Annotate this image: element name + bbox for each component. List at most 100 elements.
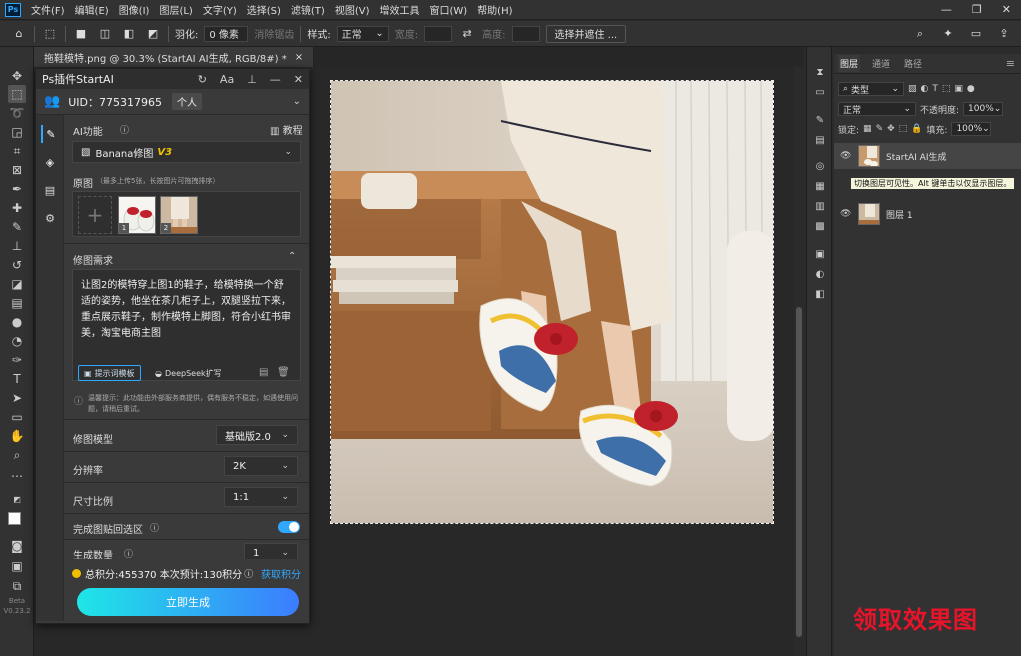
filter-shape-icon[interactable]: ⬚ bbox=[942, 84, 951, 94]
eyedropper-tool-icon[interactable]: ✒ bbox=[8, 180, 26, 198]
source-thumb-2[interactable]: 2 bbox=[160, 196, 198, 234]
tab-paths[interactable]: 路径 bbox=[902, 55, 924, 72]
share-icon[interactable]: ⇪ bbox=[995, 25, 1013, 43]
filter-pixel-icon[interactable]: ▧ bbox=[908, 84, 917, 94]
menu-layer[interactable]: 图层(L) bbox=[154, 2, 197, 17]
close-tab-icon[interactable]: × bbox=[295, 52, 303, 63]
get-credits-link[interactable]: 获取积分 bbox=[261, 566, 301, 581]
adjustments-panel-icon[interactable]: ◐ bbox=[813, 267, 827, 281]
blend-mode-select[interactable]: 正常 ⌄ bbox=[838, 102, 916, 116]
canvas-scrollbar[interactable] bbox=[794, 67, 804, 656]
brush-panel-icon[interactable]: ✎ bbox=[813, 113, 827, 127]
lock-artboard-icon[interactable]: ⬚ bbox=[899, 124, 908, 134]
lasso-tool-icon[interactable]: ➰ bbox=[8, 104, 26, 122]
layer-row-layer1[interactable]: 👁 图层 1 bbox=[834, 201, 1021, 227]
object-select-tool-icon[interactable]: ◲ bbox=[8, 123, 26, 141]
styles-panel-icon[interactable]: ◧ bbox=[813, 287, 827, 301]
menu-view[interactable]: 视图(V) bbox=[330, 2, 375, 17]
menu-file[interactable]: 文件(F) bbox=[26, 2, 70, 17]
lock-pixels-icon[interactable]: ✎ bbox=[876, 124, 884, 134]
close-icon[interactable]: ✕ bbox=[294, 73, 303, 86]
zoom-tool-icon[interactable]: ⌕ bbox=[8, 446, 26, 464]
opacity-input[interactable]: 100% ⌄ bbox=[963, 102, 1004, 116]
eraser-tool-icon[interactable]: ◪ bbox=[8, 275, 26, 293]
intersect-selection-icon[interactable]: ◩ bbox=[144, 25, 162, 43]
feather-input[interactable]: 0 像素 bbox=[204, 25, 249, 42]
artboard-icon[interactable]: ⧉ bbox=[8, 577, 26, 595]
tutorial-link[interactable]: ▥ 教程 bbox=[270, 122, 303, 137]
new-selection-icon[interactable]: ■ bbox=[72, 25, 90, 43]
marquee-preset-icon[interactable]: ⬚ bbox=[41, 25, 59, 43]
settings-icon[interactable]: ⚙ bbox=[41, 209, 59, 227]
blur-tool-icon[interactable]: ● bbox=[8, 313, 26, 331]
account-bar[interactable]: 👥 UID：775317965 个人 ⌄ bbox=[36, 89, 309, 115]
brush-tool-icon[interactable]: ✎ bbox=[8, 218, 26, 236]
document-icon[interactable]: ▤ bbox=[41, 181, 59, 199]
healing-tool-icon[interactable]: ✚ bbox=[8, 199, 26, 217]
scrollbar-thumb[interactable] bbox=[796, 307, 802, 637]
swatches-panel-icon[interactable]: ▦ bbox=[813, 179, 827, 193]
tab-layers[interactable]: 图层 bbox=[838, 55, 861, 72]
filter-smart-icon[interactable]: ▣ bbox=[954, 84, 963, 94]
chevron-up-icon[interactable]: ⌃ bbox=[288, 251, 296, 262]
info-icon[interactable]: ⓘ bbox=[124, 547, 133, 559]
minimize-icon[interactable]: — bbox=[270, 73, 281, 86]
history-brush-icon[interactable]: ↺ bbox=[8, 256, 26, 274]
workspace-icon[interactable]: ▭ bbox=[967, 25, 985, 43]
layers-icon[interactable]: ◈ bbox=[41, 153, 59, 171]
screen-mode-icon[interactable]: ▣ bbox=[8, 557, 26, 575]
gradient-tool-icon[interactable]: ▤ bbox=[8, 294, 26, 312]
comments-panel-icon[interactable]: ▭ bbox=[813, 85, 827, 99]
pen-tool-icon[interactable]: ✑ bbox=[8, 351, 26, 369]
move-tool-icon[interactable]: ✥ bbox=[8, 67, 26, 85]
restore-button[interactable]: ❐ bbox=[972, 3, 982, 16]
properties-panel-icon[interactable]: ▤ bbox=[813, 133, 827, 147]
tab-channels[interactable]: 通道 bbox=[870, 55, 892, 72]
resolution-select[interactable]: 2K ⌄ bbox=[224, 456, 298, 476]
filter-toggle-icon[interactable]: ● bbox=[967, 84, 975, 94]
aspect-ratio-select[interactable]: 1:1 ⌄ bbox=[224, 487, 298, 507]
edit-icon[interactable]: ✎ bbox=[41, 125, 59, 143]
dodge-tool-icon[interactable]: ◔ bbox=[8, 332, 26, 350]
shape-tool-icon[interactable]: ▭ bbox=[8, 408, 26, 426]
close-window-button[interactable]: ✕ bbox=[1002, 3, 1011, 16]
crop-tool-icon[interactable]: ⌗ bbox=[8, 142, 26, 160]
function-select[interactable]: ▧ Banana修图 V3 ⌄ bbox=[72, 141, 301, 163]
color-panel-icon[interactable]: ◎ bbox=[813, 159, 827, 173]
quick-mask-icon[interactable]: ◙ bbox=[8, 537, 26, 555]
menu-edit[interactable]: 编辑(E) bbox=[70, 2, 114, 17]
subtract-selection-icon[interactable]: ◧ bbox=[120, 25, 138, 43]
chevron-down-icon[interactable]: ⌄ bbox=[293, 96, 301, 107]
swap-icon[interactable]: ⇄ bbox=[458, 25, 476, 43]
patterns-panel-icon[interactable]: ▩ bbox=[813, 219, 827, 233]
default-colors-icon[interactable]: ◩ bbox=[8, 490, 26, 508]
stamp-tool-icon[interactable]: ⊥ bbox=[8, 237, 26, 255]
menu-image[interactable]: 图像(I) bbox=[114, 2, 155, 17]
history-panel-icon[interactable]: ⧗ bbox=[813, 65, 827, 79]
credits-info-icon[interactable]: ⓘ bbox=[244, 567, 253, 580]
width-input[interactable] bbox=[424, 25, 453, 42]
menu-type[interactable]: 文字(Y) bbox=[198, 2, 242, 17]
gradients-panel-icon[interactable]: ▥ bbox=[813, 199, 827, 213]
menu-window[interactable]: 窗口(W) bbox=[424, 2, 472, 17]
marquee-tool-icon[interactable]: ⬚ bbox=[8, 85, 26, 103]
document-tab[interactable]: 拖鞋模特.png @ 30.3% (StartAI AI生成, RGB/8#) … bbox=[34, 47, 315, 67]
discover-icon[interactable]: ✦ bbox=[939, 25, 957, 43]
foreground-color-swatch[interactable] bbox=[8, 512, 21, 525]
source-thumb-1[interactable]: 1 bbox=[118, 196, 156, 234]
menu-select[interactable]: 选择(S) bbox=[242, 2, 286, 17]
path-select-tool-icon[interactable]: ➤ bbox=[8, 389, 26, 407]
height-input[interactable] bbox=[511, 25, 540, 42]
model-select[interactable]: 基础版2.0 ⌄ bbox=[216, 425, 298, 445]
lock-all-icon[interactable]: 🔒 bbox=[911, 124, 922, 134]
search-icon[interactable]: ⌕ bbox=[911, 25, 929, 43]
info-icon[interactable]: ⓘ bbox=[120, 123, 129, 136]
lock-transparent-icon[interactable]: ▦ bbox=[863, 124, 872, 134]
style-select[interactable]: 正常 ⌄ bbox=[336, 25, 389, 42]
menu-filter[interactable]: 滤镜(T) bbox=[286, 2, 330, 17]
deepseek-expand-button[interactable]: ◒ DeepSeek扩写 bbox=[150, 365, 227, 381]
visibility-eye-icon[interactable]: 👁 bbox=[840, 209, 852, 219]
filter-adjust-icon[interactable]: ◐ bbox=[921, 84, 929, 94]
paste-back-toggle[interactable] bbox=[278, 521, 300, 533]
hand-tool-icon[interactable]: ✋ bbox=[8, 427, 26, 445]
